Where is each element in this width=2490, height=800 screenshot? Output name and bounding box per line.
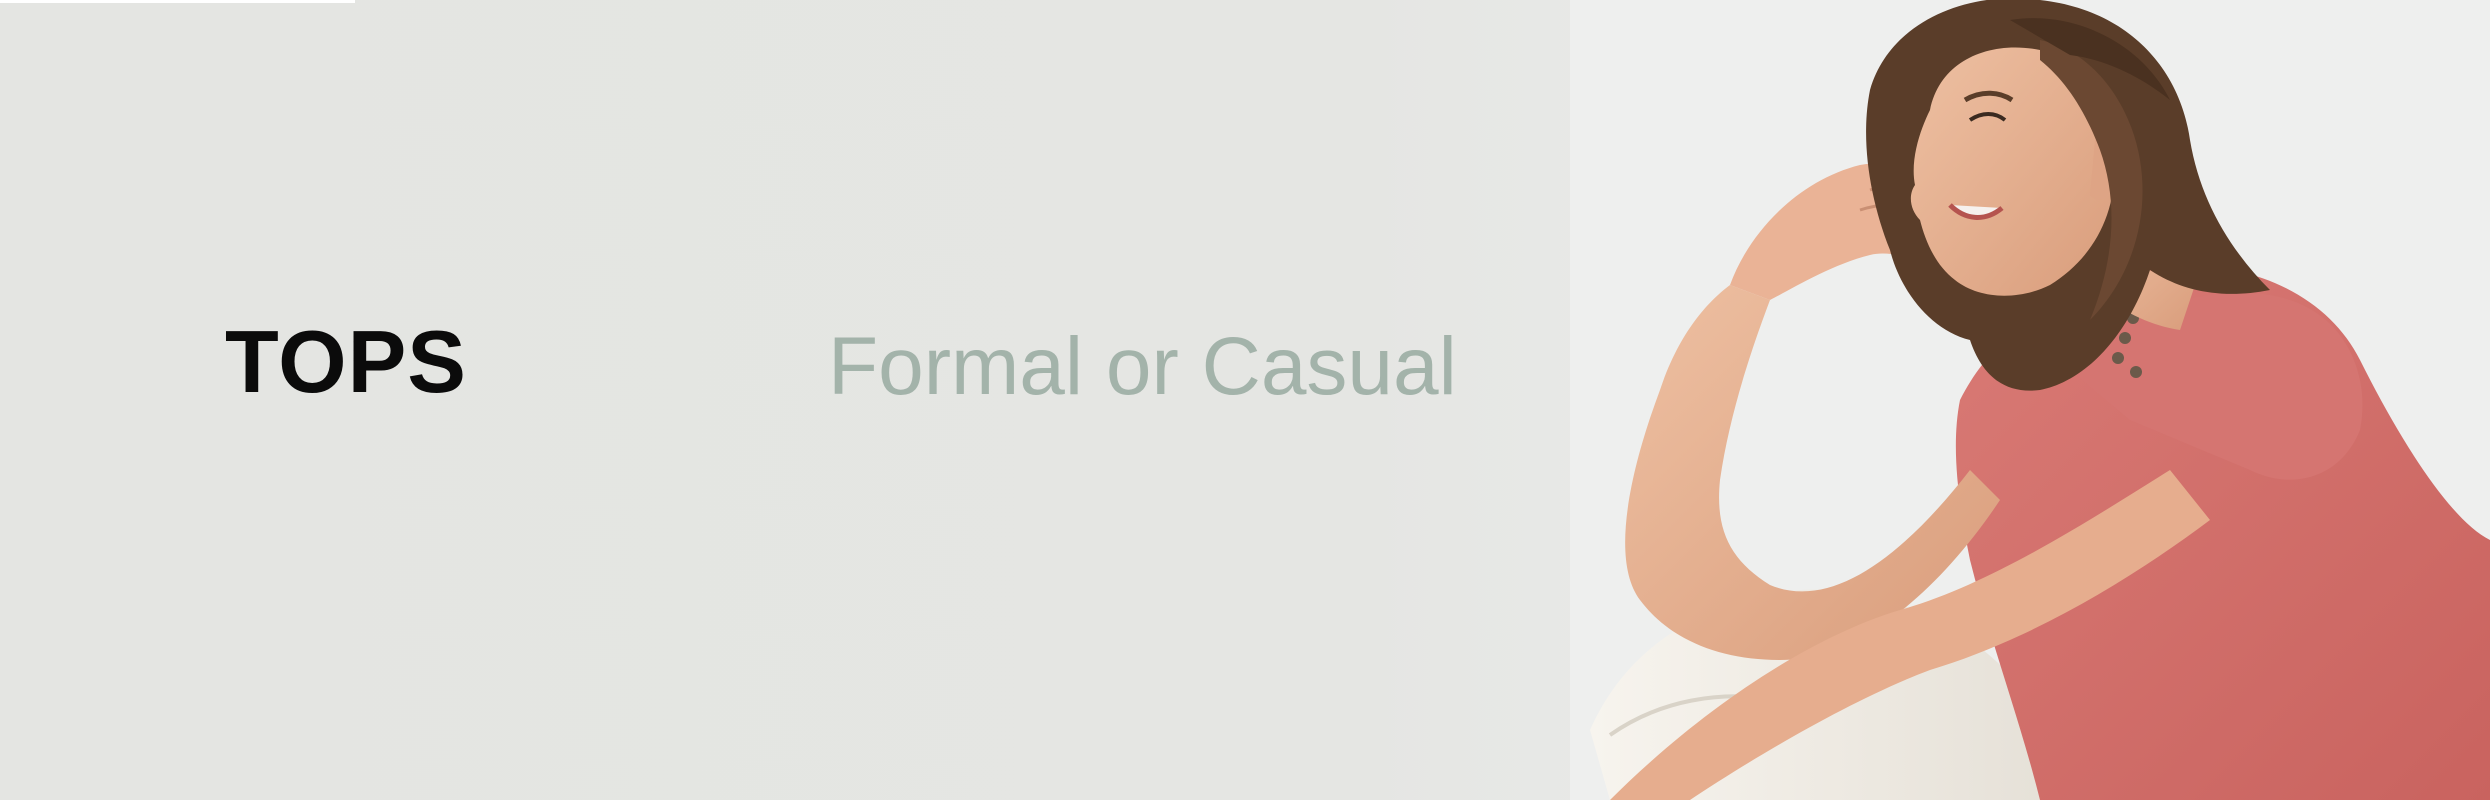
category-title[interactable]: TOPS <box>225 318 467 406</box>
category-tagline: Formal or Casual <box>828 321 1457 412</box>
top-accent-bar <box>0 0 355 3</box>
promo-banner[interactable]: TOPS Formal or Casual <box>0 0 2490 800</box>
model-photo <box>1570 0 2490 800</box>
